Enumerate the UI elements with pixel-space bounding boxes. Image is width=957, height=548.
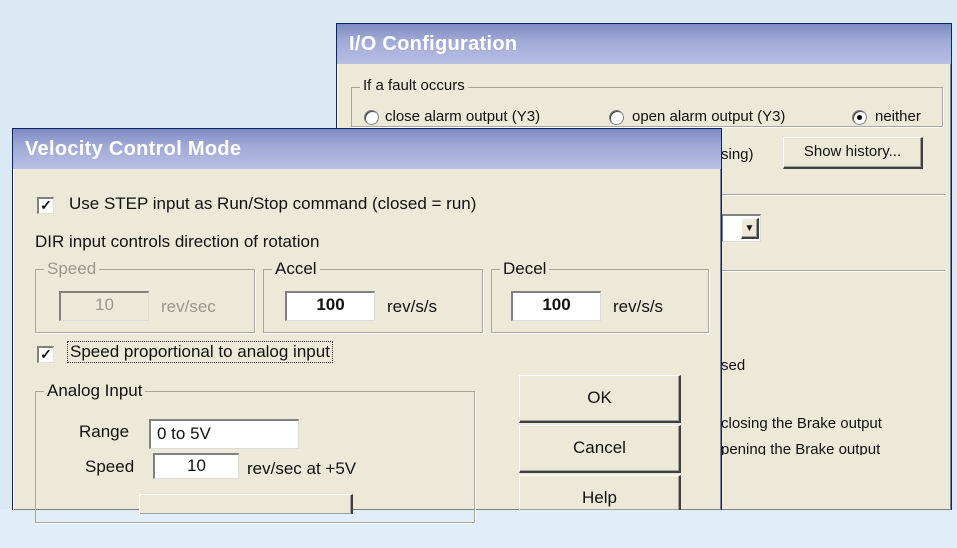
radio-close-alarm[interactable] [364, 110, 379, 125]
speed-field[interactable]: 10 [59, 291, 149, 321]
show-history-button[interactable]: Show history... [783, 137, 923, 169]
io-window-title[interactable]: I/O Configuration [337, 24, 951, 64]
help-button[interactable]: Help [519, 475, 681, 510]
io-separator [717, 194, 945, 195]
speed-group-label: Speed [44, 259, 100, 279]
decel-unit: rev/s/s [613, 297, 664, 316]
analog-speed-label: Speed [85, 457, 135, 476]
analog-speed-field[interactable]: 10 [153, 453, 239, 479]
ok-button[interactable]: OK [519, 375, 681, 423]
velocity-window-title[interactable]: Velocity Control Mode [13, 129, 721, 169]
use-step-checkbox[interactable]: ✓ [37, 197, 54, 214]
radio-open-alarm-label: open alarm output (Y3) [632, 108, 786, 125]
velocity-control-mode-window: Velocity Control Mode ✓ Use STEP input a… [12, 128, 722, 523]
io-dropdown[interactable]: ▼ [721, 214, 761, 242]
fault-group-label: If a fault occurs [360, 77, 468, 94]
accel-group-label: Accel [272, 259, 320, 279]
dir-text: DIR input controls direction of rotation [35, 232, 320, 251]
io-partial-text-2: sed [721, 357, 746, 374]
radio-neither[interactable] [852, 110, 867, 125]
analog-extra-button[interactable] [139, 494, 353, 514]
io-partial-text-4: pening the Brake output [721, 441, 881, 455]
cancel-button[interactable]: Cancel [519, 425, 681, 473]
radio-close-alarm-label: close alarm output (Y3) [385, 108, 541, 125]
range-label: Range [79, 422, 130, 441]
radio-neither-label: neither [875, 108, 921, 125]
speed-proportional-checkbox[interactable]: ✓ [37, 346, 54, 363]
accel-field[interactable]: 100 [285, 291, 375, 321]
accel-unit: rev/s/s [387, 297, 438, 316]
range-field[interactable]: 0 to 5V [149, 419, 299, 449]
speed-unit: rev/sec [161, 297, 216, 316]
decel-group-label: Decel [500, 259, 550, 279]
analog-input-group-label: Analog Input [44, 381, 146, 401]
use-step-label[interactable]: Use STEP input as Run/Stop command (clos… [69, 194, 476, 214]
chevron-down-icon[interactable]: ▼ [741, 218, 759, 239]
decel-field[interactable]: 100 [511, 291, 601, 321]
io-separator-2 [717, 270, 945, 271]
io-partial-text-3: closing the Brake output [721, 415, 882, 432]
speed-proportional-label[interactable]: Speed proportional to analog input [67, 341, 333, 363]
radio-open-alarm[interactable] [609, 110, 624, 125]
io-partial-text: sing) [721, 146, 754, 163]
analog-speed-unit: rev/sec at +5V [247, 459, 357, 478]
